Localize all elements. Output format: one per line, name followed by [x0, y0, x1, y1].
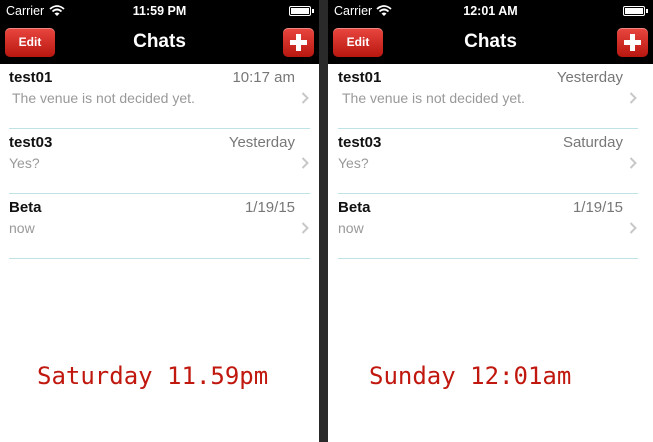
battery-icon [623, 6, 648, 16]
navigation-bar: Edit Chats [328, 22, 653, 64]
navigation-bar: Edit Chats [0, 22, 319, 64]
battery-icon [289, 6, 314, 16]
chevron-right-icon [301, 92, 309, 104]
row-divider [9, 258, 310, 259]
chevron-right-icon [629, 157, 637, 169]
add-chat-button[interactable] [617, 28, 648, 57]
chevron-right-icon [301, 222, 309, 234]
chat-time: 1/19/15 [572, 199, 623, 216]
chat-row[interactable]: Beta 1/19/15 now [328, 194, 653, 259]
chat-time: Saturday [562, 134, 623, 151]
row-divider [338, 258, 638, 259]
chat-name: test03 [9, 134, 53, 151]
chevron-right-icon [629, 222, 637, 234]
status-bar: Carrier 11:59 PM [0, 0, 319, 22]
nav-title: Chats [133, 31, 186, 52]
phone-screen-saturday: Carrier 11:59 PM Edit Chats test01 10:17… [0, 0, 319, 442]
nav-title: Chats [464, 31, 517, 52]
chat-name: Beta [9, 199, 42, 216]
chat-preview: The venue is not decided yet. [342, 90, 525, 106]
chat-preview: The venue is not decided yet. [12, 90, 195, 106]
chat-time: 1/19/15 [244, 199, 295, 216]
plus-icon [290, 34, 307, 51]
chat-time: 10:17 am [232, 69, 295, 86]
chat-preview: Yes? [338, 155, 369, 171]
chat-row[interactable]: Beta 1/19/15 now [0, 194, 319, 259]
chat-row[interactable]: test03 Saturday Yes? [328, 129, 653, 194]
timestamp-caption: Sunday 12:01am [369, 362, 572, 390]
chat-time: Yesterday [228, 134, 295, 151]
chat-name: test03 [338, 134, 382, 151]
status-time: 12:01 AM [463, 4, 518, 18]
plus-icon [624, 34, 641, 51]
chat-row[interactable]: test03 Yesterday Yes? [0, 129, 319, 194]
chat-name: Beta [338, 199, 371, 216]
chat-time: Yesterday [556, 69, 623, 86]
add-chat-button[interactable] [283, 28, 314, 57]
chat-preview: now [9, 220, 35, 236]
chevron-right-icon [629, 92, 637, 104]
status-bar: Carrier 12:01 AM [328, 0, 653, 22]
chevron-right-icon [301, 157, 309, 169]
chat-row[interactable]: test01 Yesterday The venue is not decide… [328, 64, 653, 129]
chat-name: test01 [9, 69, 53, 86]
chat-row[interactable]: test01 10:17 am The venue is not decided… [0, 64, 319, 129]
chat-preview: Yes? [9, 155, 40, 171]
status-time: 11:59 PM [132, 4, 187, 18]
chat-preview: now [338, 220, 364, 236]
chat-name: test01 [338, 69, 382, 86]
timestamp-caption: Saturday 11.59pm [37, 362, 269, 390]
